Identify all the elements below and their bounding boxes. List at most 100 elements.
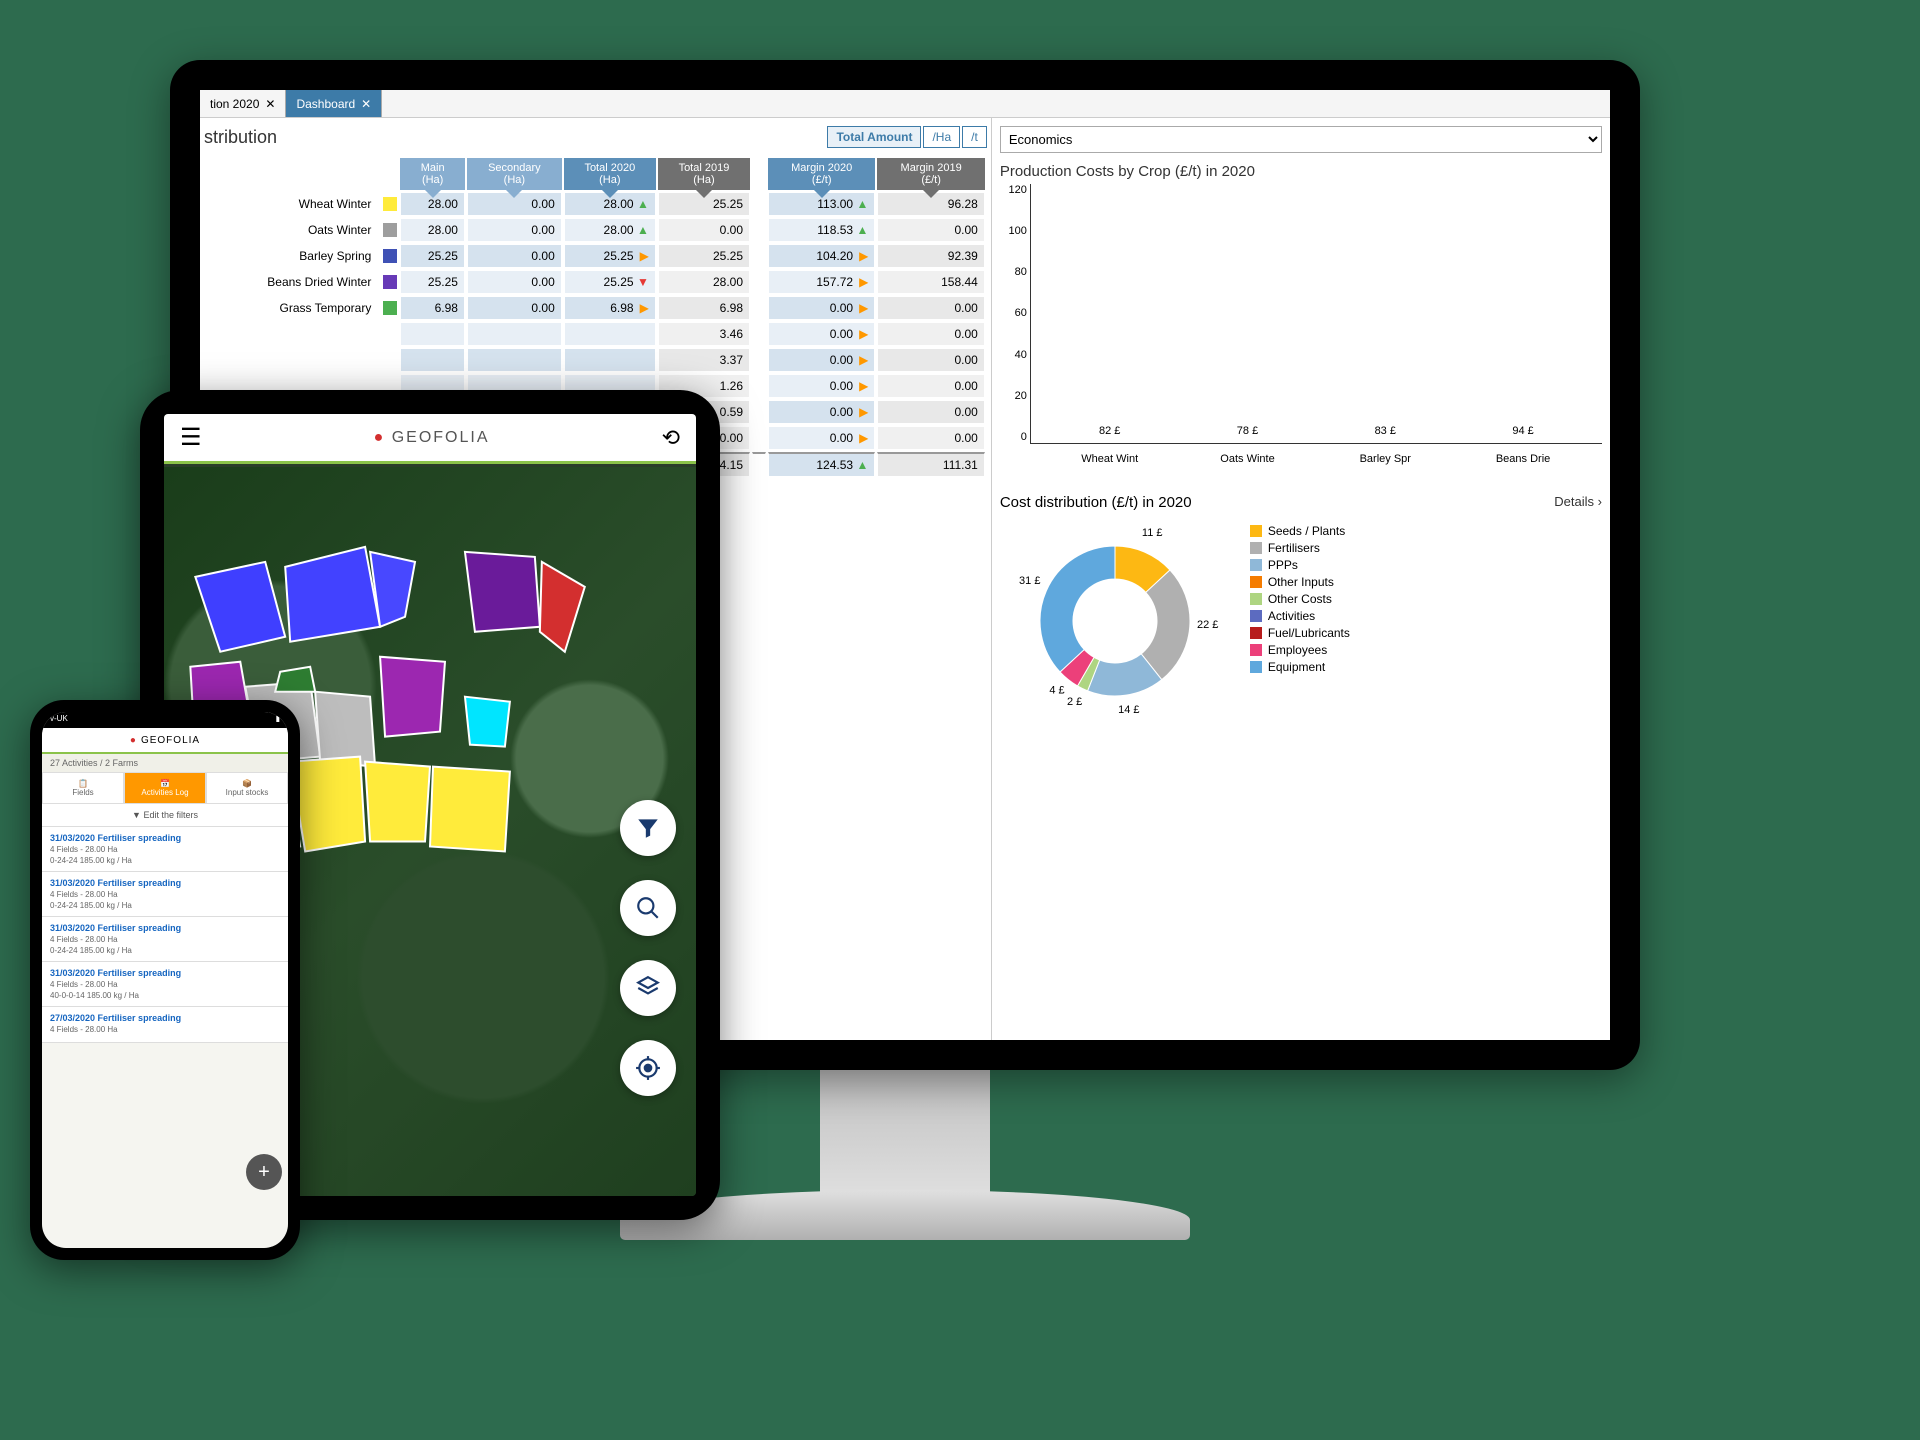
close-icon[interactable]: ✕: [265, 97, 275, 111]
app-logo: ● GEOFOLIA: [374, 429, 490, 447]
tab-label: tion 2020: [210, 97, 259, 111]
sync-icon[interactable]: ⟲: [662, 425, 680, 451]
cell-margin-2020: 104.20 ▶: [768, 244, 875, 268]
phone-header: ●GEOFOLIA: [42, 728, 288, 754]
add-activity-fab[interactable]: +: [246, 1154, 282, 1190]
legend-swatch: [1250, 627, 1262, 639]
table-row[interactable]: 3.37 0.00 ▶ 0.00: [206, 348, 985, 372]
table-row[interactable]: Wheat Winter 28.00 0.00 28.00 ▲ 25.25 11…: [206, 192, 985, 216]
legend-item: Activities: [1250, 609, 1350, 623]
layers-fab[interactable]: [620, 960, 676, 1016]
cell-margin-2019: 0.00: [877, 426, 984, 450]
cell-secondary: 0.00: [467, 244, 562, 268]
cell-secondary: [467, 348, 562, 372]
cell-main: 28.00: [400, 218, 465, 242]
menu-icon[interactable]: ☰: [180, 423, 202, 452]
tablet-header: ☰ ● GEOFOLIA ⟲: [164, 414, 696, 464]
search-fab[interactable]: [620, 880, 676, 936]
total-margin-2019: 111.31: [877, 452, 984, 477]
view-ha-button[interactable]: /Ha: [923, 126, 960, 148]
cell-margin-2020: 157.72 ▶: [768, 270, 875, 294]
cell-total-2019: 25.25: [658, 244, 750, 268]
cell-total-2019: 0.00: [658, 218, 750, 242]
col-total-2019: Total 2019 (Ha): [658, 158, 750, 190]
phone-subtitle: 27 Activities / 2 Farms: [42, 754, 288, 772]
svg-text:4 £: 4 £: [1049, 685, 1064, 697]
cell-main: 6.98: [400, 296, 465, 320]
legend-swatch: [1250, 525, 1262, 537]
bar-chart: 120100806040200 82 £Wheat Wint78 £Oats W…: [1030, 184, 1602, 444]
crop-color: [378, 296, 398, 320]
tab-bar: tion 2020 ✕ Dashboard ✕: [200, 90, 1610, 118]
cell-margin-2020: 0.00 ▶: [768, 348, 875, 372]
legend-swatch: [1250, 559, 1262, 571]
cell-margin-2019: 0.00: [877, 348, 984, 372]
filter-fab[interactable]: [620, 800, 676, 856]
svg-text:14 £: 14 £: [1118, 704, 1139, 716]
cell-margin-2019: 92.39: [877, 244, 984, 268]
cell-margin-2020: 118.53 ▲: [768, 218, 875, 242]
cell-margin-2020: 0.00 ▶: [768, 400, 875, 424]
svg-text:11 £: 11 £: [1142, 527, 1163, 539]
cell-total-2019: 3.46: [658, 322, 750, 346]
cell-secondary: 0.00: [467, 296, 562, 320]
cell-margin-2019: 158.44: [877, 270, 984, 294]
tab-label: Dashboard: [296, 97, 355, 111]
cell-total-2020: [564, 348, 656, 372]
view-t-button[interactable]: /t: [962, 126, 987, 148]
economics-select[interactable]: Economics: [1000, 126, 1602, 153]
locate-fab[interactable]: [620, 1040, 676, 1096]
cell-margin-2020: 0.00 ▶: [768, 296, 875, 320]
crop-color: [378, 348, 398, 372]
cell-secondary: 0.00: [467, 218, 562, 242]
phone-tabs: 📋Fields 📅Activities Log 📦Input stocks: [42, 772, 288, 804]
legend-item: Fuel/Lubricants: [1250, 626, 1350, 640]
cell-total-2020: 25.25 ▼: [564, 270, 656, 294]
edit-filters-button[interactable]: ▼ Edit the filters: [42, 804, 288, 827]
table-row[interactable]: Beans Dried Winter 25.25 0.00 25.25 ▼ 28…: [206, 270, 985, 294]
cell-total-2019: 3.37: [658, 348, 750, 372]
activity-item[interactable]: 27/03/2020 Fertiliser spreading4 Fields …: [42, 1007, 288, 1043]
total-margin-2020: 124.53 ▲: [768, 452, 875, 477]
crop-name: Beans Dried Winter: [206, 270, 376, 294]
cell-total-2020: [564, 322, 656, 346]
table-row[interactable]: Grass Temporary 6.98 0.00 6.98 ▶ 6.98 0.…: [206, 296, 985, 320]
cell-main: [400, 348, 465, 372]
close-icon[interactable]: ✕: [361, 97, 371, 111]
donut-legend: Seeds / PlantsFertilisersPPPsOther Input…: [1250, 521, 1350, 721]
activity-item[interactable]: 31/03/2020 Fertiliser spreading4 Fields …: [42, 872, 288, 917]
legend-item: Fertilisers: [1250, 541, 1350, 555]
tab-fields[interactable]: 📋Fields: [42, 772, 124, 804]
activity-item[interactable]: 31/03/2020 Fertiliser spreading4 Fields …: [42, 917, 288, 962]
activity-item[interactable]: 31/03/2020 Fertiliser spreading4 Fields …: [42, 827, 288, 872]
table-row[interactable]: 3.46 0.00 ▶ 0.00: [206, 322, 985, 346]
details-link[interactable]: Details ›: [1554, 494, 1602, 511]
legend-swatch: [1250, 593, 1262, 605]
activity-item[interactable]: 31/03/2020 Fertiliser spreading4 Fields …: [42, 962, 288, 1007]
tab-dashboard[interactable]: Dashboard ✕: [286, 90, 382, 117]
legend-swatch: [1250, 542, 1262, 554]
legend-swatch: [1250, 661, 1262, 673]
view-total-button[interactable]: Total Amount: [827, 126, 921, 148]
col-total-2020: Total 2020 (Ha): [564, 158, 656, 190]
crop-name: Grass Temporary: [206, 296, 376, 320]
cell-margin-2020: 0.00 ▶: [768, 374, 875, 398]
cell-secondary: [467, 322, 562, 346]
tab-distribution-2020[interactable]: tion 2020 ✕: [200, 90, 286, 117]
crop-color: [378, 270, 398, 294]
svg-text:2 £: 2 £: [1067, 696, 1082, 708]
legend-item: Equipment: [1250, 660, 1350, 674]
tab-input-stocks[interactable]: 📦Input stocks: [206, 772, 288, 804]
view-toggle-group: Total Amount /Ha /t: [827, 126, 986, 148]
cell-secondary: 0.00: [467, 270, 562, 294]
filter-icon: ▼: [132, 810, 141, 820]
crop-color: [378, 322, 398, 346]
cell-margin-2020: 0.00 ▶: [768, 322, 875, 346]
tab-activities-log[interactable]: 📅Activities Log: [124, 772, 206, 804]
table-row[interactable]: Barley Spring 25.25 0.00 25.25 ▶ 25.25 1…: [206, 244, 985, 268]
phone-status-bar: v-UK ▮: [42, 712, 288, 728]
cell-main: 25.25: [400, 270, 465, 294]
crop-color: [378, 192, 398, 216]
donut-title: Cost distribution (£/t) in 2020: [1000, 494, 1192, 511]
table-row[interactable]: Oats Winter 28.00 0.00 28.00 ▲ 0.00 118.…: [206, 218, 985, 242]
